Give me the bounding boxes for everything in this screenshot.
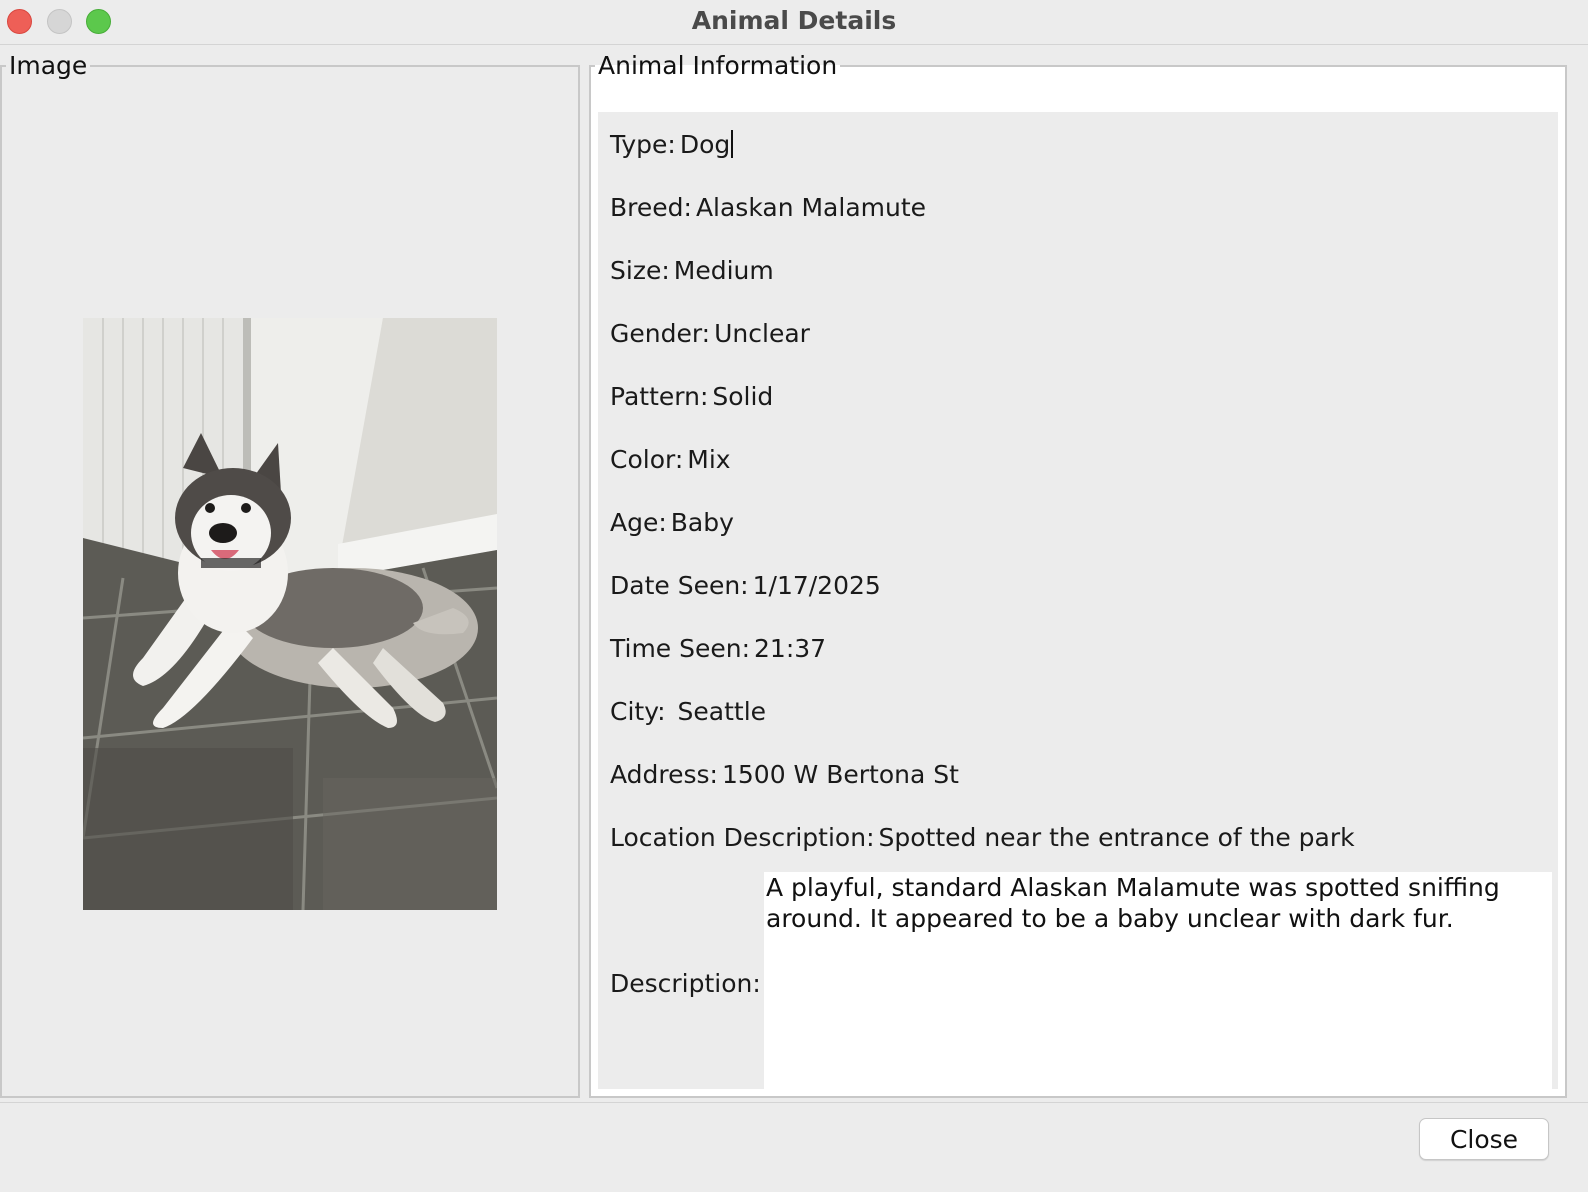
color-value[interactable]: Mix <box>687 445 730 474</box>
info-content: Type: Dog Breed: Alaskan Malamute Size: Med… <box>598 112 1558 1096</box>
description-textarea[interactable]: A playful, standard Alaskan Malamute was… <box>764 872 1552 1096</box>
gender-value[interactable]: Unclear <box>714 319 810 348</box>
address-value[interactable]: 1500 W Bertona St <box>722 760 959 789</box>
info-panel-title: Animal Information <box>598 51 838 80</box>
title-bar: Animal Details <box>0 0 1588 45</box>
text-caret <box>731 130 734 158</box>
age-value[interactable]: Baby <box>671 508 734 537</box>
window-title: Animal Details <box>691 6 897 35</box>
date-seen-value[interactable]: 1/17/2025 <box>753 571 881 600</box>
animal-information-panel: Animal Information Type: Dog Breed: Alaska… <box>589 52 1567 1098</box>
field-location-description: Location Description: Spotted near the en… <box>610 823 1355 852</box>
field-city: City: Seattle <box>610 697 767 726</box>
field-size: Size: Medium <box>610 256 774 285</box>
field-pattern: Pattern: Solid <box>610 382 774 411</box>
pattern-value[interactable]: Solid <box>712 382 773 411</box>
description-label: Description: <box>610 969 761 998</box>
field-age: Age: Baby <box>610 508 734 537</box>
image-panel: Image <box>0 52 580 1098</box>
field-date-seen: Date Seen: 1/17/2025 <box>610 571 881 600</box>
field-gender: Gender: Unclear <box>610 319 810 348</box>
city-value[interactable]: Seattle <box>670 697 767 726</box>
field-type: Type: Dog <box>610 128 734 162</box>
field-color: Color: Mix <box>610 445 731 474</box>
type-value[interactable]: Dog <box>680 130 730 159</box>
size-value[interactable]: Medium <box>674 256 774 285</box>
location-description-value[interactable]: Spotted near the entrance of the park <box>879 823 1355 852</box>
time-seen-value[interactable]: 21:37 <box>754 634 826 663</box>
close-button[interactable]: Close <box>1419 1118 1549 1160</box>
field-breed: Breed: Alaskan Malamute <box>610 193 927 222</box>
footer-divider <box>0 1102 1588 1103</box>
field-time-seen: Time Seen: 21:37 <box>610 634 827 663</box>
field-address: Address: 1500 W Bertona St <box>610 760 959 789</box>
breed-value[interactable]: Alaskan Malamute <box>696 193 926 222</box>
animal-photo <box>83 318 497 910</box>
image-panel-title: Image <box>9 51 88 80</box>
